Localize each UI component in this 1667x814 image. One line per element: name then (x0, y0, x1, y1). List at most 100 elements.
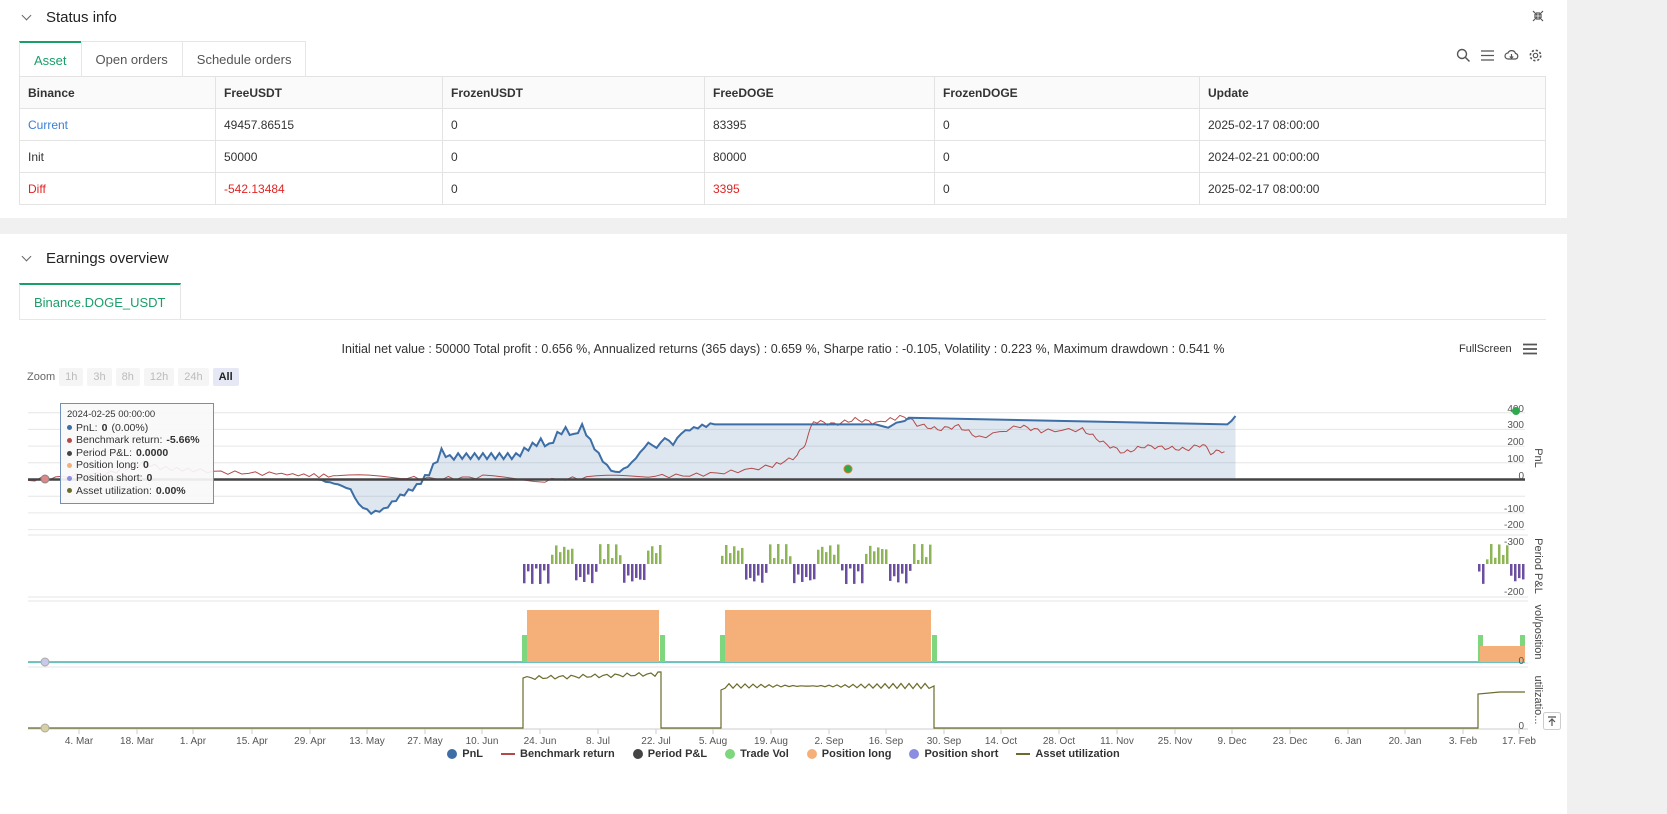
zoom-12h[interactable]: 12h (143, 368, 175, 386)
pnl-tick-label: -100 (1504, 504, 1524, 515)
period-bar (595, 564, 598, 572)
period-bar (921, 544, 924, 564)
legend-benchmark[interactable]: Benchmark return (501, 748, 615, 760)
period-bar (639, 564, 642, 580)
x-tick-label: 11. Nov (1100, 736, 1134, 747)
status-header[interactable]: Status info (20, 9, 117, 26)
tooltip-util: Asset utilization: 0.00% (67, 485, 207, 498)
cloud-download-icon[interactable] (1504, 48, 1519, 63)
period-bar (531, 564, 534, 584)
table-cell: 0 (934, 140, 1200, 173)
period-bar (567, 549, 570, 564)
pnl-tick-label: 300 (1507, 420, 1524, 431)
legend-position-long[interactable]: Position long (806, 748, 891, 760)
zoom-1h[interactable]: 1h (59, 368, 84, 386)
period-bar (655, 553, 658, 564)
chevron-down-icon[interactable] (20, 252, 34, 266)
x-tick-label: 2. Sep (815, 736, 844, 747)
legend-pnl[interactable]: PnL (447, 748, 483, 760)
table-cell: 3395 (704, 172, 935, 205)
tab-schedule-orders[interactable]: Schedule orders (181, 41, 307, 77)
collapse-icon[interactable] (1532, 10, 1544, 22)
gear-icon[interactable] (1528, 48, 1543, 63)
chart-tooltip: 2024-02-25 00:00:00 PnL: 0 (0.00%) Bench… (60, 403, 214, 504)
status-title: Status info (46, 9, 117, 26)
period-bar (889, 564, 892, 581)
earnings-header[interactable]: Earnings overview (20, 250, 169, 267)
period-bar (563, 546, 566, 564)
table-row: Current 49457.86515 0 83395 0 2025-02-17… (19, 108, 1546, 141)
period-bar (591, 564, 594, 584)
period-bar (571, 548, 574, 564)
summary-text: Initial net value : 50000 Total profit :… (341, 342, 1225, 356)
period-bar (579, 564, 582, 578)
period-bar (615, 544, 618, 564)
zoom-8h[interactable]: 8h (115, 368, 140, 386)
period-bar (643, 564, 646, 581)
period-bar (837, 544, 840, 564)
pnl-tick-label: 200 (1507, 437, 1524, 448)
table-cell: 0 (934, 172, 1200, 205)
x-tick-label: 1. Apr (180, 736, 207, 747)
tooltip-period: Period P&L: 0.0000 (67, 447, 207, 460)
period-bar (1514, 564, 1517, 582)
period-bar (913, 544, 916, 564)
zoom-24h[interactable]: 24h (178, 368, 209, 386)
vol-tick-label: 0 (1518, 656, 1524, 667)
period-bar (559, 552, 562, 564)
period-bar (721, 555, 724, 564)
earnings-tabs: Binance.DOGE_USDT (19, 283, 1546, 320)
period-pnl-bars (523, 544, 1525, 584)
zoom-bar: Zoom 1h 3h 8h 12h 24h All (27, 368, 239, 386)
col-free-doge: FreeDOGE (704, 76, 935, 109)
x-tick-label: 27. May (407, 736, 443, 747)
table-cell: 2025-02-17 08:00:00 (1199, 108, 1546, 141)
period-bar (877, 547, 880, 564)
zoom-3h[interactable]: 3h (87, 368, 112, 386)
period-bar (635, 564, 638, 578)
long-position-block (725, 610, 931, 662)
x-tick-label: 6. Jan (1334, 736, 1361, 747)
fullscreen-button[interactable]: FullScreen (1459, 343, 1538, 355)
period-bar (1498, 544, 1501, 564)
period-bar (869, 545, 872, 564)
x-tick-label: 14. Oct (985, 736, 1017, 747)
period-bar (801, 564, 804, 582)
table-cell: 0 (442, 108, 705, 141)
tooltip-short: Position short: 0 (67, 472, 207, 485)
table-row: Init 50000 0 80000 0 2024-02-21 00:00:00 (19, 140, 1546, 173)
legend-position-short[interactable]: Position short (909, 748, 998, 760)
tab-asset[interactable]: Asset (19, 41, 82, 77)
period-bar (539, 564, 542, 584)
x-tick-label: 19. Aug (754, 736, 788, 747)
x-tick-label: 25. Nov (1158, 736, 1192, 747)
period-bar (599, 544, 602, 564)
period-bar (821, 546, 824, 564)
period-bar (793, 564, 796, 584)
table-cell: 2024-02-21 00:00:00 (1199, 140, 1546, 173)
period-bar (619, 555, 622, 564)
x-tick-label: 23. Dec (1273, 736, 1307, 747)
legend-trade-vol[interactable]: Trade Vol (725, 748, 789, 760)
tab-doge-usdt[interactable]: Binance.DOGE_USDT (19, 283, 181, 319)
trade-marker (843, 464, 853, 474)
search-icon[interactable] (1456, 48, 1471, 63)
tab-open-orders[interactable]: Open orders (80, 41, 183, 77)
row-label-current[interactable]: Current (19, 108, 216, 141)
period-bar (745, 564, 748, 580)
period-bar (929, 544, 932, 564)
x-tick-label: 18. Mar (120, 736, 155, 747)
menu-icon[interactable] (1522, 343, 1538, 355)
scroll-top-icon[interactable] (1543, 712, 1561, 730)
earnings-chart[interactable]: 4. Mar 18. Mar 1. Apr 15. Apr 29. Apr 13. May… (0, 390, 1567, 748)
period-bar (587, 564, 590, 575)
period-bar (885, 549, 888, 564)
list-icon[interactable] (1480, 48, 1495, 63)
period-bar (523, 564, 526, 584)
zoom-all[interactable]: All (212, 368, 239, 386)
legend-asset-utilization[interactable]: Asset utilization (1016, 748, 1120, 760)
legend-period-pnl[interactable]: Period P&L (632, 748, 707, 760)
x-tick-label: 17. Feb (1502, 736, 1536, 747)
period-bar (777, 544, 780, 564)
chevron-down-icon[interactable] (20, 11, 34, 25)
